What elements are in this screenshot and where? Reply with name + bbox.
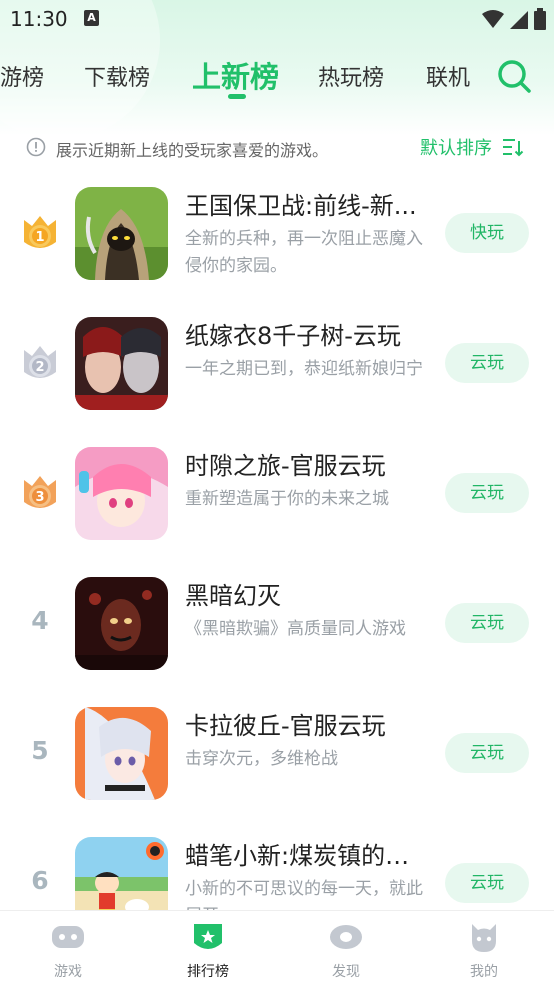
tab-game-rank[interactable]: 游榜 (0, 60, 44, 92)
cloud-play-button[interactable]: 云玩 (445, 863, 529, 903)
list-item[interactable]: 4 黑暗幻灭 《黑暗欺骗》高质量同人游戏 云玩 (0, 558, 554, 688)
nav-item-discover[interactable]: 发现 (296, 911, 396, 985)
tab-online[interactable]: 联机 (426, 60, 470, 92)
gold-medal-icon: 1 (24, 216, 56, 248)
silver-medal-icon: 2 (24, 346, 56, 378)
bronze-medal-icon: 3 (24, 476, 56, 508)
notification-icon: A (84, 10, 99, 26)
nav-item-ranking[interactable]: 排行榜 (158, 911, 258, 985)
status-time: 11:30 (10, 7, 68, 31)
rank-number: 2 (35, 360, 44, 375)
nav-label: 游戏 (54, 964, 82, 980)
app-name: 时隙之旅-官服云玩 (185, 452, 386, 480)
info-text: 展示近期新上线的受玩家喜爱的游戏。 (56, 141, 329, 160)
nav-label: 发现 (332, 964, 360, 980)
app-icon[interactable] (75, 577, 168, 670)
app-description: 一年之期已到，恭迎纸新娘归宁 (185, 359, 423, 379)
rank-number: 6 (31, 866, 49, 895)
tab-download-rank[interactable]: 下载榜 (84, 60, 150, 92)
cloud-play-button[interactable]: 云玩 (445, 733, 529, 773)
nav-label: 排行榜 (187, 964, 229, 980)
list-item[interactable]: 3 时隙之旅-官服云玩 重新塑造属于你的未来之城 云玩 (0, 428, 554, 558)
active-tab-indicator (228, 94, 246, 99)
ranking-tabs: 游榜 下载榜 上新榜 热玩榜 联机 (0, 50, 490, 110)
list-item[interactable]: 1 王国保卫战:前线-新... 全新的兵种，再一次阻止恶魔入侵你的家园。 快玩 (0, 168, 554, 298)
list-item[interactable]: 6 蜡笔小新:煤炭镇的小... 小新的不可思议的每一天，就此展开 云玩 (0, 818, 554, 910)
cloud-play-button[interactable]: 云玩 (445, 603, 529, 643)
signal-icon (510, 11, 528, 29)
app-icon[interactable] (75, 837, 168, 910)
list-item[interactable]: 5 卡拉彼丘-官服云玩 击穿次元，多维枪战 云玩 (0, 688, 554, 818)
app-name: 王国保卫战:前线-新... (185, 192, 417, 220)
tab-new-rank[interactable]: 上新榜 (192, 54, 279, 96)
info-row: 展示近期新上线的受玩家喜爱的游戏。 默认排序 (0, 128, 554, 166)
game-list: 1 王国保卫战:前线-新... 全新的兵种，再一次阻止恶魔入侵你的家园。 快玩 … (0, 168, 554, 910)
quick-play-button[interactable]: 快玩 (445, 213, 529, 253)
app-icon[interactable] (75, 707, 168, 800)
search-button[interactable] (494, 56, 534, 96)
app-description: 小新的不可思议的每一天，就此展开 (185, 879, 423, 910)
app-name: 蜡笔小新:煤炭镇的小... (185, 842, 430, 870)
sort-button[interactable]: 默认排序 (420, 134, 524, 160)
status-bar: 11:30 A (0, 0, 554, 38)
app-icon[interactable] (75, 317, 168, 410)
cloud-play-button[interactable]: 云玩 (445, 473, 529, 513)
app-description: 重新塑造属于你的未来之城 (185, 489, 389, 509)
rank-number: 5 (31, 736, 49, 765)
rank-number: 4 (31, 606, 49, 635)
eye-icon (330, 925, 362, 949)
app-name: 卡拉彼丘-官服云玩 (185, 712, 386, 740)
battery-icon (534, 8, 546, 30)
list-item[interactable]: 2 纸嫁衣8千子树-云玩 一年之期已到，恭迎纸新娘归宁 云玩 (0, 298, 554, 428)
app-description: 击穿次元，多维枪战 (185, 749, 338, 769)
app-description: 《黑暗欺骗》高质量同人游戏 (185, 619, 406, 639)
sort-label: 默认排序 (420, 138, 492, 159)
mascot-icon (472, 924, 496, 952)
nav-item-profile[interactable]: 我的 (434, 911, 534, 985)
sort-icon (503, 139, 524, 157)
cloud-play-button[interactable]: 云玩 (445, 343, 529, 383)
bottom-navigation: 游戏 排行榜 发现 我的 (0, 910, 554, 985)
app-name: 黑暗幻灭 (185, 582, 281, 610)
rank-number: 1 (35, 230, 44, 245)
rank-number: 3 (35, 490, 44, 505)
gamepad-icon (52, 926, 84, 948)
app-icon[interactable] (75, 447, 168, 540)
ranking-icon (194, 924, 222, 949)
nav-label: 我的 (470, 964, 498, 980)
app-name: 纸嫁衣8千子树-云玩 (185, 322, 401, 350)
info-icon (26, 137, 46, 157)
search-icon (498, 60, 531, 93)
nav-item-games[interactable]: 游戏 (18, 911, 118, 985)
app-icon[interactable] (75, 187, 168, 280)
tab-hot-rank[interactable]: 热玩榜 (318, 60, 384, 92)
wifi-icon (482, 10, 504, 28)
app-description: 全新的兵种，再一次阻止恶魔入侵你的家园。 (185, 229, 423, 276)
status-icons (482, 8, 546, 30)
